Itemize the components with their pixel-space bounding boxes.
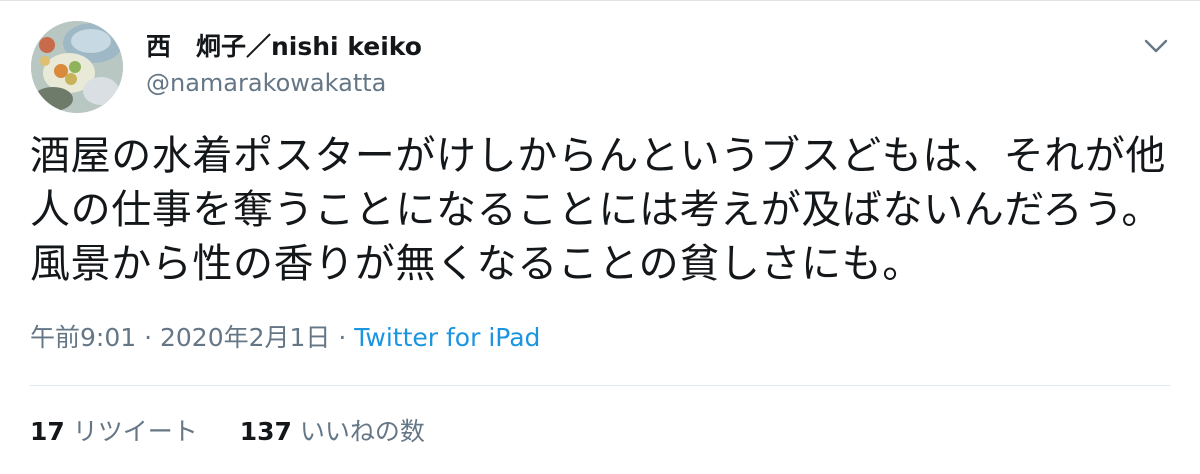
meta-separator: · <box>330 323 355 352</box>
tweet-time[interactable]: 午前9:01 <box>30 323 136 352</box>
retweet-number: 17 <box>30 417 65 446</box>
user-handle[interactable]: @namarakowakatta <box>146 68 386 98</box>
tweet-stats: 17 リツイート 137 いいねの数 <box>30 416 459 448</box>
tweet-date[interactable]: 2020年2月1日 <box>160 323 330 352</box>
chevron-down-icon[interactable] <box>1139 31 1173 59</box>
avatar-image <box>31 21 123 113</box>
tweet-text: 酒屋の水着ポスターがけしからんというブスどもは、それが他人の仕事を奪うことになる… <box>30 133 1166 287</box>
like-count[interactable]: 137 いいねの数 <box>240 416 425 448</box>
tweet-source-link[interactable]: Twitter for iPad <box>354 323 540 352</box>
retweet-label: リツイート <box>72 417 198 446</box>
tweet-card: 西 炯子／nishi keiko @namarakowakatta 酒屋の水着ポ… <box>0 0 1200 474</box>
divider <box>30 385 1170 386</box>
meta-separator: · <box>136 323 160 352</box>
retweet-count[interactable]: 17 リツイート <box>30 416 198 448</box>
like-label: いいねの数 <box>299 417 425 446</box>
display-name[interactable]: 西 炯子／nishi keiko <box>146 32 422 62</box>
avatar[interactable] <box>31 21 123 113</box>
tweet-metadata: 午前9:01 · 2020年2月1日 · Twitter for iPad <box>30 322 540 354</box>
like-number: 137 <box>239 417 292 446</box>
